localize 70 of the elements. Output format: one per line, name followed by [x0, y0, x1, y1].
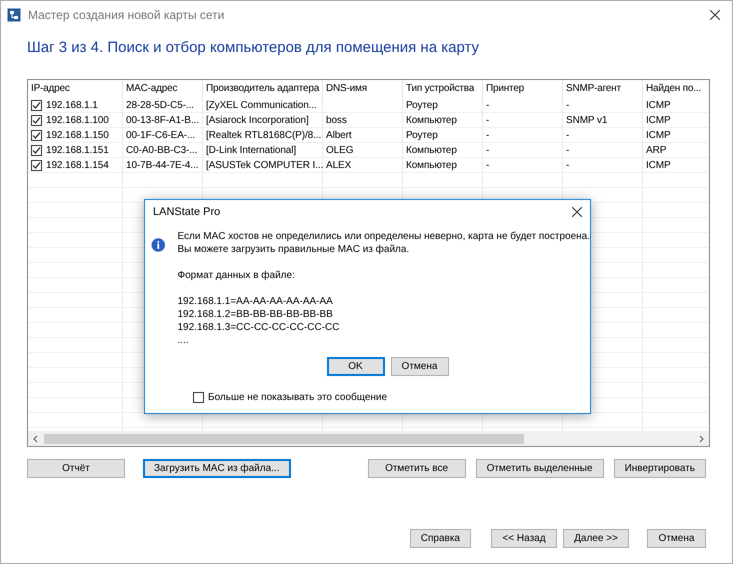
- table-cell: -: [486, 128, 490, 142]
- table-cell: -: [566, 158, 570, 172]
- table-cell: [Asiarock Incorporation]: [206, 114, 309, 128]
- button[interactable]: Отмена: [390, 357, 448, 376]
- window-title: Мастер создания новой карты сети: [28, 8, 226, 22]
- row-checkbox[interactable]: [31, 115, 42, 126]
- table-cell: 10-7B-44-7E-4...: [126, 158, 198, 172]
- row-checkbox[interactable]: [31, 145, 42, 156]
- table-cell: Компьютер: [406, 158, 457, 172]
- button[interactable]: Отчёт: [27, 459, 125, 478]
- close-icon[interactable]: [572, 207, 582, 217]
- button[interactable]: Инвертировать: [614, 459, 706, 478]
- table-cell: 192.168.1.154: [46, 158, 109, 172]
- table-cell: -: [566, 128, 570, 142]
- table-cell: 192.168.1.150: [46, 128, 109, 142]
- table-cell: [ZyXEL Communication...: [206, 98, 317, 112]
- table-cell: [ASUSTek COMPUTER I...: [206, 158, 323, 172]
- table-cell: -: [566, 98, 570, 112]
- table-cell: ICMP: [646, 114, 671, 128]
- table-cell: boss: [326, 114, 347, 128]
- table-cell: 00-13-8F-A1-B...: [126, 114, 199, 128]
- table-cell: -: [486, 158, 490, 172]
- dialog-message: Если MAC хостов не определились или определены неверно, карта не будет построена. Вы можете загрузить правильные MAC из файла.: [178, 230, 590, 256]
- table-cell: 192.168.1.151: [46, 144, 109, 158]
- close-icon[interactable]: [710, 10, 720, 20]
- format-line: ....: [178, 334, 190, 347]
- format-line: 192.168.1.1=AA-AA-AA-AA-AA-AA: [178, 295, 334, 308]
- table-cell: 28-28-5D-C5-...: [126, 98, 194, 112]
- table-cell: -: [486, 114, 490, 128]
- dialog-title: LANState Pro: [153, 206, 220, 218]
- table-cell: [Realtek RTL8168C(P)/8...: [206, 128, 322, 142]
- checkbox[interactable]: [193, 392, 204, 403]
- table-cell: SNMP v1: [566, 114, 608, 128]
- table-cell: Роутер: [406, 128, 438, 142]
- format-label: Формат данных в файле:: [178, 269, 296, 282]
- format-line: 192.168.1.2=BB-BB-BB-BB-BB-BB: [178, 308, 334, 321]
- table-cell: 192.168.1.1: [46, 98, 98, 112]
- table-cell: OLEG: [326, 144, 354, 158]
- button[interactable]: Далее >>: [563, 529, 629, 548]
- app-icon: [7, 8, 21, 22]
- button[interactable]: Отметить выделенные: [476, 459, 604, 478]
- row-checkbox[interactable]: [31, 130, 42, 141]
- table-cell: -: [486, 144, 490, 158]
- table-cell: Роутер: [406, 98, 438, 112]
- button[interactable]: Справка: [410, 529, 471, 548]
- button[interactable]: << Назад: [491, 529, 557, 548]
- table-cell: ALEX: [326, 158, 352, 172]
- table-cell: 192.168.1.100: [46, 114, 109, 128]
- horizontal-scrollbar[interactable]: [28, 431, 709, 446]
- table-cell: ICMP: [646, 128, 671, 142]
- button[interactable]: Загрузить MAC из файла...: [143, 459, 290, 478]
- row-checkbox[interactable]: [31, 100, 42, 111]
- checkbox-label[interactable]: Больше не показывать это сообщение: [208, 392, 388, 403]
- table-cell: [D-Link International]: [206, 144, 296, 158]
- table-cell: ICMP: [646, 158, 671, 172]
- table-cell: -: [486, 98, 490, 112]
- table-cell: Albert: [326, 128, 352, 142]
- row-checkbox[interactable]: [31, 160, 42, 171]
- table-cell: ARP: [646, 144, 666, 158]
- button[interactable]: Отметить все: [368, 459, 466, 478]
- button[interactable]: OK: [326, 357, 384, 376]
- table-cell: ICMP: [646, 98, 671, 112]
- button[interactable]: Отмена: [647, 529, 706, 548]
- table-cell: Компьютер: [406, 114, 457, 128]
- step-heading: Шаг 3 из 4. Поиск и отбор компьютеров для помещения на карту: [27, 39, 480, 56]
- table-cell: 00-1F-C6-EA-...: [126, 128, 196, 142]
- table-cell: Компьютер: [406, 144, 457, 158]
- table-cell: -: [566, 144, 570, 158]
- table-cell: C0-A0-BB-C3-...: [126, 144, 198, 158]
- format-line: 192.168.1.3=CC-CC-CC-CC-CC-CC: [178, 321, 340, 334]
